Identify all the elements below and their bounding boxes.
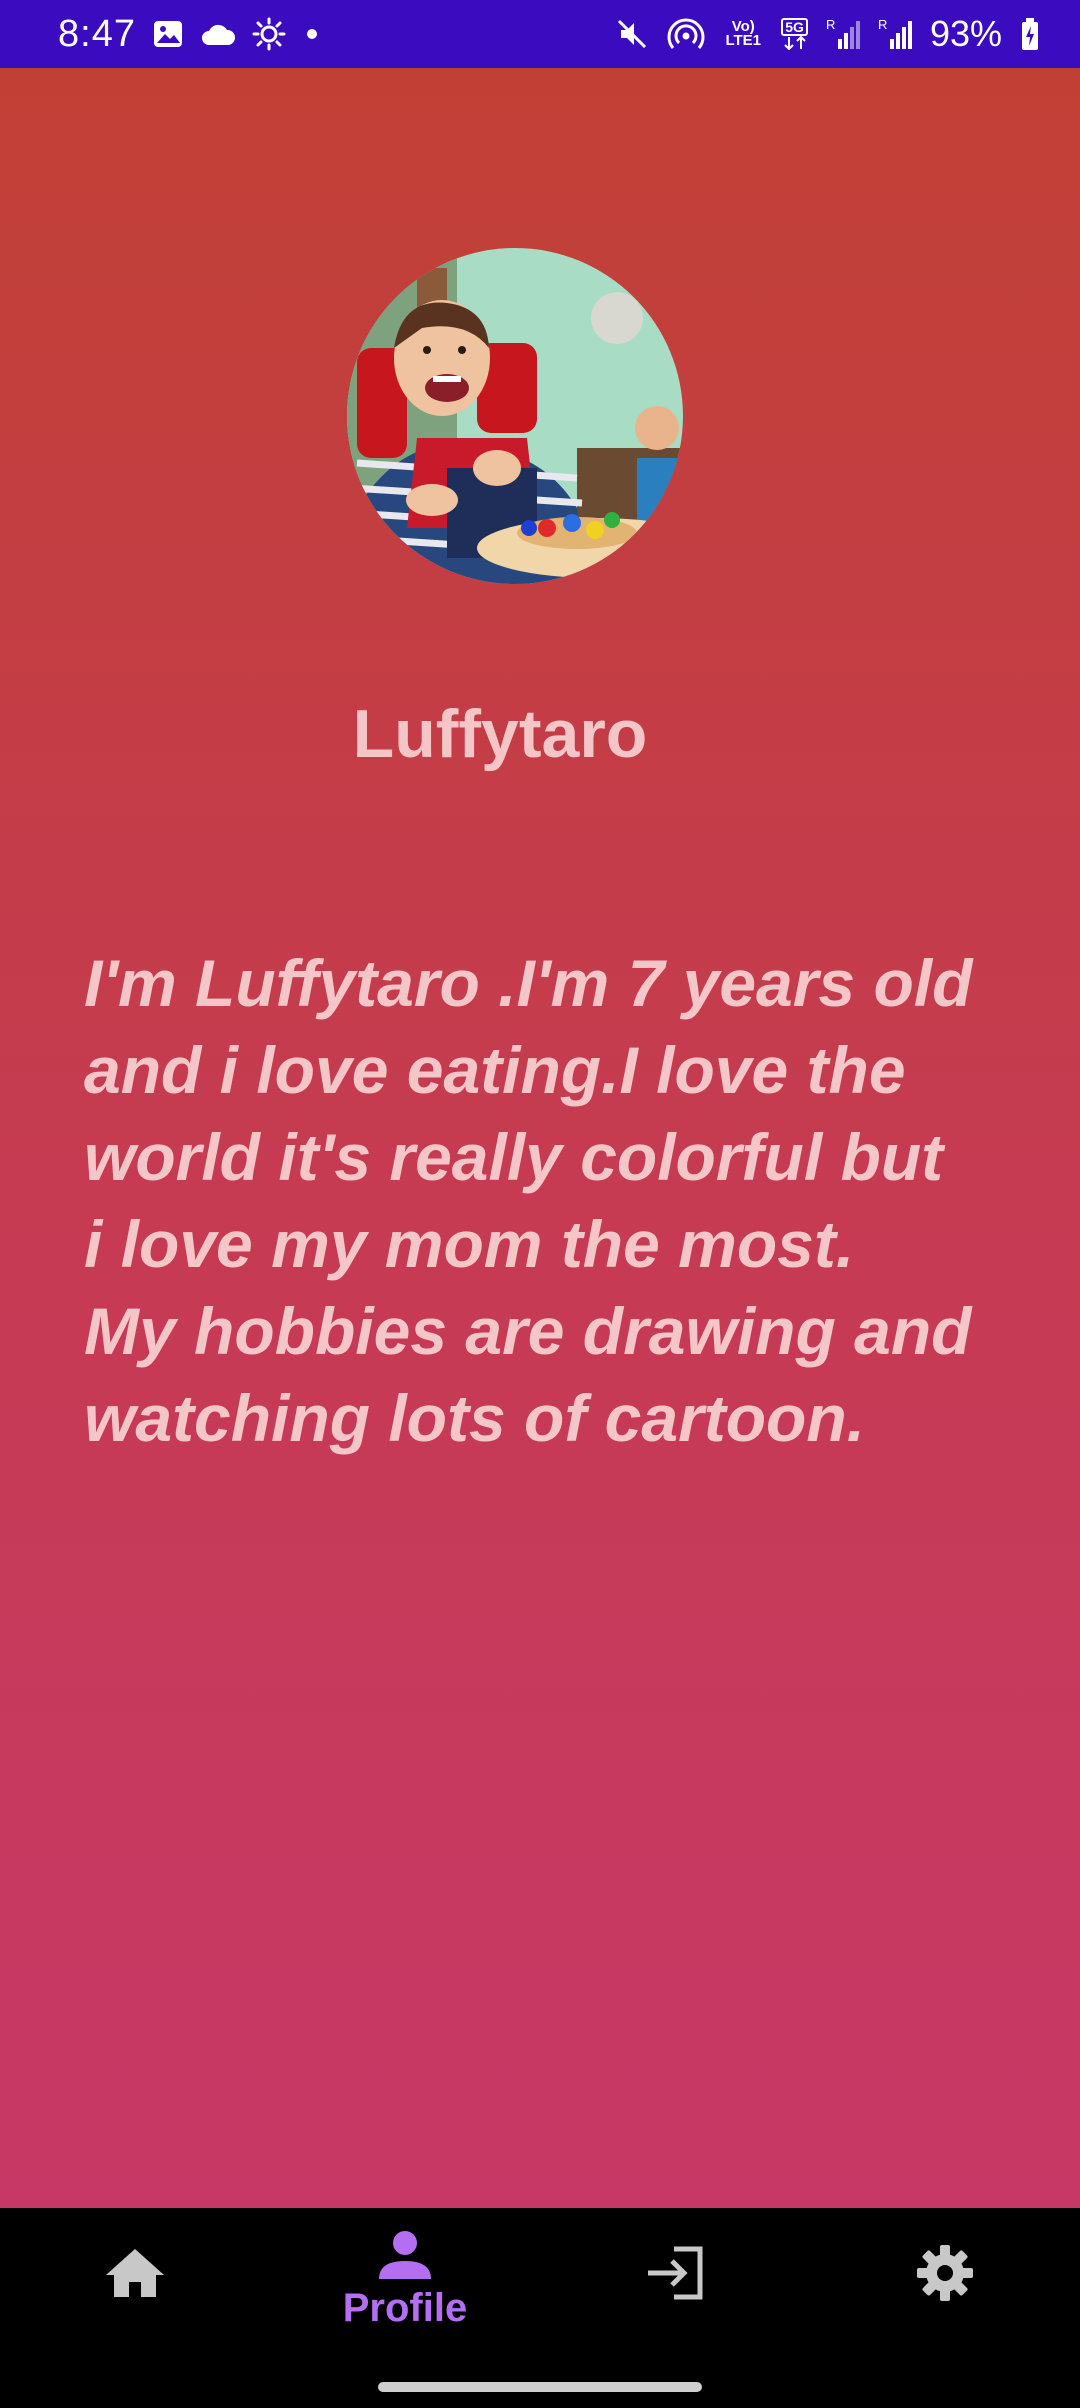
profile-bio: I'm Luffytaro .I'm 7 years old and i lov… [84,946,973,1455]
status-time: 8:47 [58,12,136,55]
mute-icon [615,17,649,51]
nav-home[interactable] [25,2238,245,2358]
login-icon [644,2238,706,2308]
svg-text:R: R [826,17,835,32]
signal-icon-2: R [878,17,912,51]
battery-percent: 93% [929,13,1002,54]
gesture-handle[interactable] [378,2382,702,2392]
status-bar: 8:47 Vo) LTE1 5G R R 93% [0,0,1080,68]
nav-login[interactable] [565,2238,785,2358]
cloud-icon [200,21,236,47]
gallery-icon [152,18,184,50]
profile-username: Luffytaro [352,696,648,772]
battery-charging-icon [1020,17,1040,51]
brightness-icon [252,17,286,51]
volte-label: Vo) LTE1 [725,18,762,49]
svg-text:R: R [878,17,887,32]
data-5g-icon: 5G [781,18,808,50]
nav-profile-label: Profile [342,2286,468,2330]
profile-screen: 8:47 Vo) LTE1 5G R R 93% Luffytaro I'm L… [0,0,1080,2408]
person-icon [377,2226,433,2284]
notification-dot-icon [302,24,322,44]
signal-icon-1: R [826,17,860,51]
gear-icon [915,2238,975,2308]
hotspot-icon [667,17,705,51]
nav-settings[interactable] [835,2238,1055,2358]
home-icon [104,2238,166,2308]
bottom-navigation: Profile [0,2208,1080,2408]
nav-profile[interactable]: Profile [295,2226,515,2346]
profile-avatar[interactable] [347,248,683,584]
network-type-label: 5G [781,18,808,36]
